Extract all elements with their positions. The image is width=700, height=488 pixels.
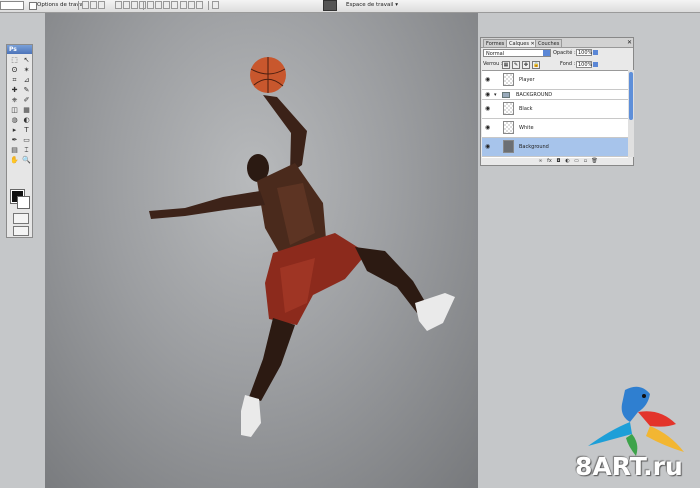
quick-mask-button[interactable]: [13, 213, 29, 224]
move-icon[interactable]: ↖: [21, 56, 32, 65]
layers-footer: ∞ fx ◘ ◐ ▭ ▫ 🗑: [537, 158, 598, 164]
toolbox: Ps ⬚ ↖ ʘ ✶ ⌗ ⊿ ✚ ✎ ⎈ ✐ ◫ ▦ ◍ ◐ ▸ T ✒ ▭ ▤ ⌶ ✋ 🔍: [6, 44, 33, 238]
hand-icon[interactable]: ✋: [9, 156, 20, 165]
transform-controls[interactable]: [82, 1, 105, 10]
fill-label: Fond :: [560, 61, 576, 67]
align-buttons[interactable]: [115, 1, 146, 10]
tab-layers[interactable]: Calques ✕: [506, 39, 538, 47]
auto-select-checkbox[interactable]: [29, 2, 37, 10]
zoom-icon[interactable]: 🔍: [21, 156, 32, 165]
close-icon[interactable]: ✕: [627, 38, 632, 47]
layer-group-background[interactable]: ◉ ▾ BACKGROUND: [482, 90, 628, 100]
blend-mode-select[interactable]: Normal: [483, 49, 551, 57]
eraser-icon[interactable]: ◫: [9, 106, 20, 115]
opacity-label: Opacité :: [553, 50, 576, 56]
tool-grid: ⬚ ↖ ʘ ✶ ⌗ ⊿ ✚ ✎ ⎈ ✐ ◫ ▦ ◍ ◐ ▸ T ✒ ▭ ▤ ⌶ ✋ 🔍: [7, 54, 32, 165]
eye-icon[interactable]: ◉: [485, 125, 491, 131]
distribute-buttons-1[interactable]: [147, 1, 178, 10]
workspace-menu[interactable]: Espace de travail ▾: [346, 1, 398, 10]
stamp-icon[interactable]: ⎈: [9, 96, 20, 105]
watermark-text: 8ART.ru: [575, 452, 683, 481]
chevron-down-icon: [543, 50, 550, 56]
dodge-icon[interactable]: ◐: [21, 116, 32, 125]
marquee-icon[interactable]: ⬚: [9, 56, 20, 65]
background-color-swatch[interactable]: [17, 196, 30, 209]
slice-icon[interactable]: ⊿: [21, 76, 32, 85]
eye-icon[interactable]: ◉: [485, 144, 491, 150]
lasso-icon[interactable]: ʘ: [9, 66, 20, 75]
layer-row-white[interactable]: ◉ White: [482, 119, 628, 138]
layer-name: Player: [519, 77, 535, 83]
adjustment-icon[interactable]: ◐: [564, 158, 571, 164]
layer-list: ◉ Player ◉ ▾ BACKGROUND ◉ Black ◉ White …: [482, 70, 628, 158]
trash-icon[interactable]: 🗑: [591, 158, 598, 164]
layer-thumbnail: [503, 121, 514, 134]
lock-all-icon[interactable]: 🔒: [532, 61, 540, 69]
path-select-icon[interactable]: ▸: [9, 126, 20, 135]
chevron-down-icon[interactable]: [593, 50, 598, 55]
layer-name: Background: [519, 144, 549, 150]
scrollbar-thumb[interactable]: [629, 72, 633, 120]
mask-icon[interactable]: ◘: [555, 158, 562, 164]
gradient-icon[interactable]: ▦: [21, 106, 32, 115]
document-canvas[interactable]: [45, 13, 478, 488]
eye-icon[interactable]: ◉: [485, 92, 491, 98]
layer-thumbnail: [503, 140, 514, 153]
disclosure-triangle-icon[interactable]: ▾: [494, 92, 497, 98]
layer-name: BACKGROUND: [516, 92, 553, 98]
lock-transparency-icon[interactable]: ▦: [502, 61, 510, 69]
layer-thumbnail: [503, 102, 514, 115]
tab-paths[interactable]: Formes: [483, 39, 508, 47]
layer-name: White: [519, 125, 534, 131]
eyedropper-icon[interactable]: ⌶: [21, 146, 32, 155]
lock-position-icon[interactable]: ✥: [522, 61, 530, 69]
healing-icon[interactable]: ✚: [9, 86, 20, 95]
blur-icon[interactable]: ◍: [9, 116, 20, 125]
options-bar: Options de travail Espace de travail ▾: [0, 0, 700, 13]
toolbox-header: Ps: [7, 45, 32, 54]
history-brush-icon[interactable]: ✐: [21, 96, 32, 105]
layer-row-background[interactable]: ◉ Background: [482, 138, 628, 157]
type-icon[interactable]: T: [21, 126, 32, 135]
fx-icon[interactable]: fx: [546, 158, 553, 164]
divider: [143, 1, 144, 10]
tab-channels[interactable]: Couches: [535, 39, 563, 47]
fill-field[interactable]: 100%: [576, 61, 598, 68]
magic-wand-icon[interactable]: ✶: [21, 66, 32, 75]
workspace-icon[interactable]: [323, 0, 337, 11]
divider: [78, 1, 79, 10]
lock-label: Verrou :: [483, 61, 503, 67]
chevron-down-icon[interactable]: [593, 62, 598, 67]
eye-icon[interactable]: ◉: [485, 106, 491, 112]
layers-panel: Formes Calques ✕ Couches ✕ Normal Opacit…: [480, 37, 634, 166]
notes-icon[interactable]: ▤: [9, 146, 20, 155]
distribute-buttons-2[interactable]: [180, 1, 203, 10]
folder-icon: [502, 92, 510, 98]
layer-name: Black: [519, 106, 533, 112]
layers-scrollbar[interactable]: [628, 70, 634, 157]
link-icon[interactable]: ∞: [537, 158, 544, 164]
parrot-logo: [588, 386, 684, 456]
new-layer-icon[interactable]: ▫: [582, 158, 589, 164]
screen-mode-button[interactable]: [13, 226, 29, 236]
layer-row-player[interactable]: ◉ Player: [482, 71, 628, 90]
pen-icon[interactable]: ✒: [9, 136, 20, 145]
brush-icon[interactable]: ✎: [21, 86, 32, 95]
auto-align-button[interactable]: [212, 1, 219, 10]
lock-pixels-icon[interactable]: ✎: [512, 61, 520, 69]
opacity-field[interactable]: 100%: [576, 49, 598, 56]
player-image: [149, 57, 455, 437]
layer-thumbnail: [503, 73, 514, 86]
new-group-icon[interactable]: ▭: [573, 158, 580, 164]
eye-icon[interactable]: ◉: [485, 77, 491, 83]
tool-mode-select[interactable]: [0, 1, 24, 10]
panel-tabs: Formes Calques ✕ Couches ✕: [481, 38, 633, 48]
crop-icon[interactable]: ⌗: [9, 76, 20, 85]
divider: [208, 1, 209, 10]
lock-options: ▦ ✎ ✥ 🔒: [502, 61, 540, 69]
shape-icon[interactable]: ▭: [21, 136, 32, 145]
layer-row-black[interactable]: ◉ Black: [482, 100, 628, 119]
